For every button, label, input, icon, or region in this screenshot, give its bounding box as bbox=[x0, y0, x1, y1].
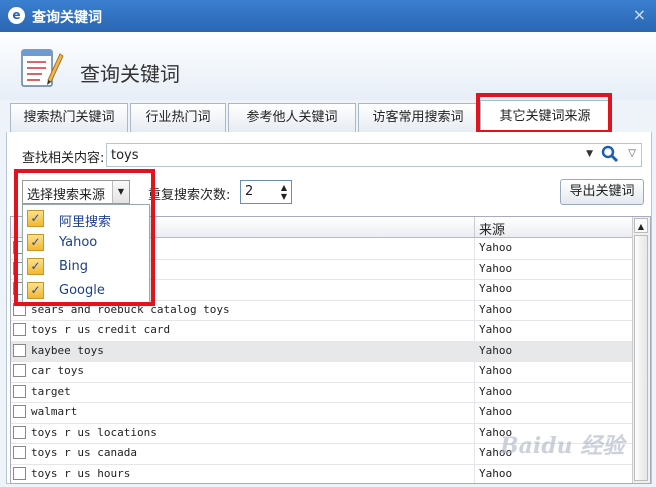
repeat-count-stepper[interactable]: 2 ▲ ▼ bbox=[240, 180, 292, 204]
header: 查询关键词 bbox=[0, 32, 656, 100]
keyword-cell: toys r us credit card bbox=[31, 323, 171, 336]
source-option-bing[interactable]: ✓ Bing bbox=[27, 257, 145, 277]
source-option-label: Bing bbox=[59, 259, 89, 274]
tab-visitor-common-search-words[interactable]: 访客常用搜索词 bbox=[358, 103, 478, 132]
column-divider bbox=[474, 361, 475, 382]
checkbox-checked-icon[interactable]: ✓ bbox=[27, 210, 44, 227]
source-cell: Yahoo bbox=[479, 261, 513, 275]
tab-industry-hot-words[interactable]: 行业热门词 bbox=[130, 103, 226, 132]
source-option-yahoo[interactable]: ✓ Yahoo bbox=[27, 233, 145, 253]
keyword-cell: toys r us canada bbox=[31, 446, 137, 459]
keyword-cell: kaybee toys bbox=[31, 343, 104, 357]
scrollbar-thumb[interactable] bbox=[634, 235, 648, 481]
row-checkbox[interactable] bbox=[13, 364, 26, 377]
title-bar: e 查询关键词 × bbox=[0, 0, 656, 32]
source-select-value: 选择搜索来源 bbox=[27, 188, 106, 203]
notepad-pencil-icon bbox=[21, 49, 64, 87]
keyword-cell: car toys bbox=[31, 364, 84, 377]
row-checkbox[interactable] bbox=[13, 405, 26, 418]
row-checkbox[interactable] bbox=[13, 323, 26, 336]
window-title: 查询关键词 bbox=[32, 10, 102, 26]
checkbox-checked-icon[interactable]: ✓ bbox=[27, 258, 44, 275]
row-checkbox[interactable] bbox=[13, 425, 26, 439]
column-divider bbox=[474, 340, 475, 362]
source-option-alibaba[interactable]: ✓ 阿里搜索 bbox=[27, 209, 145, 230]
source-option-label: Yahoo bbox=[59, 235, 98, 250]
source-cell: Yahoo bbox=[479, 282, 513, 295]
column-divider bbox=[474, 402, 475, 423]
source-option-label: Google bbox=[59, 283, 105, 298]
source-dropdown-list: ✓ 阿里搜索 ✓ Yahoo ✓ Bing ✓ Google bbox=[22, 204, 150, 304]
chevron-down-icon[interactable]: ▼ bbox=[112, 181, 129, 203]
stepper-arrows-icon[interactable]: ▲ ▼ bbox=[281, 183, 287, 201]
page-title: 查询关键词 bbox=[80, 62, 180, 86]
keyword-cell: target bbox=[31, 384, 71, 398]
column-divider bbox=[474, 258, 475, 280]
checkbox-checked-icon[interactable]: ✓ bbox=[27, 234, 44, 251]
keyword-cell: walmart bbox=[31, 405, 78, 418]
row-checkbox[interactable] bbox=[13, 384, 26, 398]
table-row[interactable]: toys r us hours Yahoo bbox=[11, 463, 634, 483]
source-cell: Yahoo bbox=[479, 466, 513, 480]
tab-reference-others-keywords[interactable]: 参考他人关键词 bbox=[228, 103, 356, 132]
table-row[interactable]: target Yahoo bbox=[11, 381, 634, 403]
search-input[interactable]: toys ▼ ▽ bbox=[106, 143, 642, 167]
column-divider bbox=[474, 217, 475, 237]
vertical-scrollbar[interactable]: ▲ bbox=[632, 217, 650, 483]
source-cell: Yahoo bbox=[479, 241, 513, 254]
table-row[interactable]: kaybee toys Yahoo bbox=[11, 340, 634, 362]
source-option-google[interactable]: ✓ Google bbox=[27, 281, 145, 301]
keyword-cell: sears and roebuck catalog toys bbox=[31, 302, 230, 316]
close-icon[interactable]: × bbox=[633, 5, 646, 24]
source-cell: Yahoo bbox=[479, 343, 513, 357]
export-keywords-button[interactable]: 导出关键词 bbox=[560, 179, 644, 205]
column-divider bbox=[474, 463, 475, 483]
row-checkbox[interactable] bbox=[13, 466, 26, 480]
table-row[interactable]: walmart Yahoo bbox=[11, 402, 634, 424]
column-divider bbox=[474, 443, 475, 464]
source-cell: Yahoo bbox=[479, 405, 513, 418]
row-checkbox[interactable] bbox=[13, 343, 26, 357]
app-logo-icon: e bbox=[8, 7, 25, 24]
column-divider bbox=[474, 320, 475, 341]
row-checkbox[interactable] bbox=[13, 302, 26, 316]
column-divider bbox=[474, 279, 475, 300]
table-row[interactable]: toys r us credit card Yahoo bbox=[11, 320, 634, 342]
source-select[interactable]: 选择搜索来源 ▼ bbox=[22, 180, 130, 204]
repeat-count-value: 2 bbox=[245, 184, 254, 199]
row-checkbox[interactable] bbox=[13, 446, 26, 459]
repeat-count-label: 重复搜索次数: bbox=[148, 188, 231, 203]
scroll-up-icon[interactable]: ▲ bbox=[634, 218, 648, 233]
watermark: Baidu 经验 bbox=[500, 433, 625, 459]
source-cell: Yahoo bbox=[479, 323, 513, 336]
keyword-cell: toys r us hours bbox=[31, 466, 131, 480]
source-cell: Yahoo bbox=[479, 302, 513, 316]
keyword-cell: toys r us locations bbox=[31, 425, 157, 439]
search-value: toys bbox=[111, 148, 139, 163]
tab-other-keyword-sources[interactable]: 其它关键词来源 bbox=[480, 100, 610, 133]
checkbox-checked-icon[interactable]: ✓ bbox=[27, 282, 44, 299]
tab-search-hot-keywords[interactable]: 搜索热门关键词 bbox=[10, 103, 128, 132]
column-divider bbox=[474, 381, 475, 403]
source-cell: Yahoo bbox=[479, 364, 513, 377]
search-icon[interactable] bbox=[601, 145, 619, 163]
column-divider bbox=[474, 238, 475, 259]
dropdown-arrow-icon[interactable]: ▼ bbox=[586, 149, 593, 159]
table-row[interactable]: car toys Yahoo bbox=[11, 361, 634, 383]
column-divider bbox=[474, 299, 475, 321]
search-label: 查找相关内容: bbox=[22, 151, 105, 166]
source-cell: Yahoo bbox=[479, 384, 513, 398]
source-option-label: 阿里搜索 bbox=[59, 215, 112, 230]
tab-bar: 搜索热门关键词 行业热门词 参考他人关键词 访客常用搜索词 其它关键词来源 bbox=[6, 100, 652, 133]
column-divider bbox=[474, 422, 475, 444]
column-header-source[interactable]: 来源 bbox=[479, 219, 505, 238]
chevron-down-icon[interactable]: ▽ bbox=[628, 148, 636, 159]
